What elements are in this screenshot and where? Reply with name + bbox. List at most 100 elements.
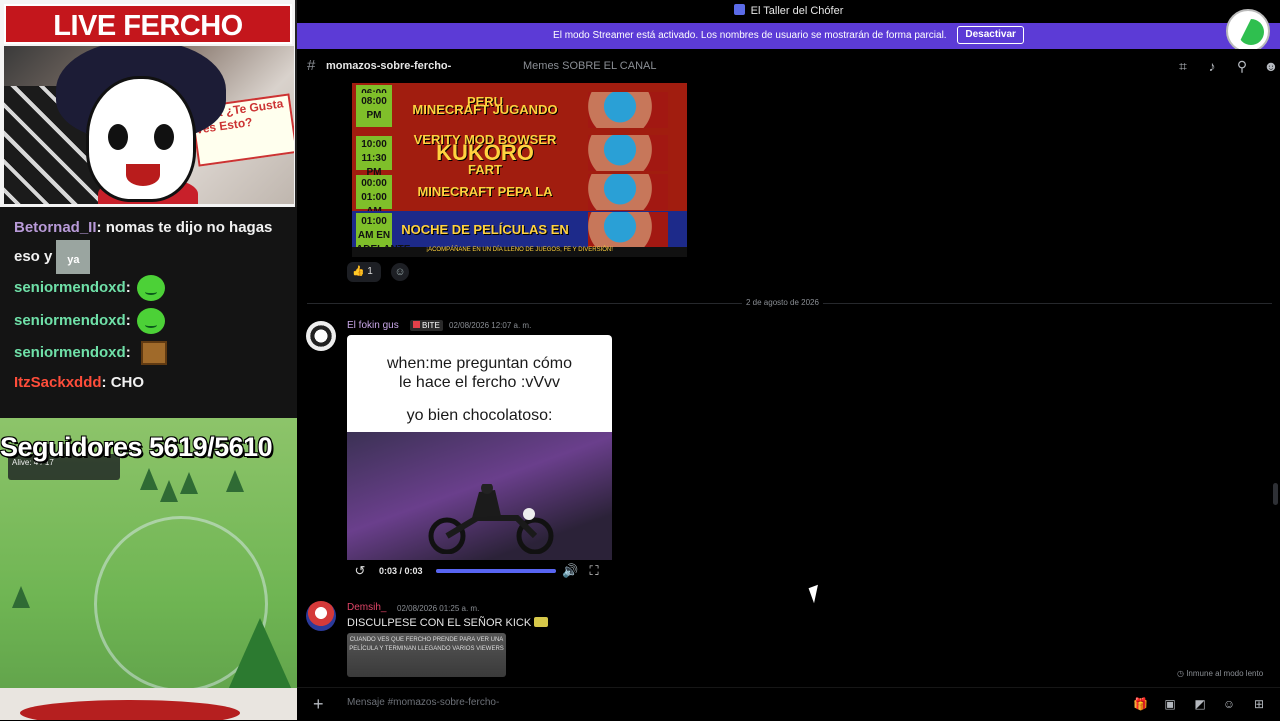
chat-message: ItzSackxddd: CHO xyxy=(14,374,145,391)
video-frame[interactable] xyxy=(347,432,612,560)
stream-chat: Betornad_II: nomas te dijo no hagas eso … xyxy=(0,207,297,418)
server-icon xyxy=(733,4,745,15)
webcam-panel: LIVE FERCHO REACTION KICK ¿Te Gusta Ves … xyxy=(0,0,297,207)
video-attachment[interactable]: when:me preguntan cómo le hace el fercho… xyxy=(347,335,612,583)
webcam-image: KICK ¿Te Gusta Ves Esto? xyxy=(4,46,294,204)
fullscreen-icon[interactable]: ⛶ xyxy=(586,563,602,579)
channel-name: momazos-sobre-fercho- xyxy=(326,60,452,72)
schedule-row: 08:00 PM MINECRAFT JUGANDO VERITY MOD BO… xyxy=(352,91,687,177)
cartoon-eye xyxy=(154,124,174,150)
chat-message: seniormendoxd: xyxy=(14,275,284,301)
chat-username: seniormendoxd xyxy=(14,344,126,361)
message-list[interactable]: 06:00 PM PERU 08:00 PM MINECRAFT JUGANDO… xyxy=(297,83,1280,687)
caption-line: yo bien chocolatoso: xyxy=(406,407,553,424)
replay-icon[interactable]: ↺ xyxy=(352,563,368,579)
stream-overlay: LIVE FERCHO REACTION KICK ¿Te Gusta Ves … xyxy=(0,0,297,720)
deactivate-button[interactable]: Desactivar xyxy=(957,26,1024,45)
schedule-footer: ¡ACOMPÁÑANE EN UN DÍA LLENO DE JUEGOS, F… xyxy=(352,247,687,257)
gif-icon[interactable]: ▣ xyxy=(1163,697,1177,711)
schedule-row: 10:00 11:30 PM KUKORO xyxy=(352,134,687,178)
threads-icon[interactable]: ⌗ xyxy=(1175,58,1191,74)
streamer-face xyxy=(588,174,668,210)
video-progress-bar[interactable] xyxy=(436,569,556,573)
motorcycle-rider-image xyxy=(428,484,554,554)
reaction-count: 1 xyxy=(367,266,373,277)
message-input[interactable]: Mensaje #momazos-sobre-fercho- xyxy=(347,697,499,708)
streamer-mode-banner: El modo Streamer está activado. Los nomb… xyxy=(297,23,1280,49)
video-time: 0:03 / 0:03 xyxy=(379,566,423,576)
box-emote-icon xyxy=(140,341,167,366)
add-attachment-icon[interactable]: + xyxy=(313,694,324,714)
channel-topic[interactable]: Memes SOBRE EL CANAL xyxy=(523,60,656,72)
tree-icon xyxy=(180,472,198,494)
hash-icon: # xyxy=(307,57,316,74)
members-icon[interactable]: ☻ xyxy=(1263,58,1279,74)
channel-header: # momazos-sobre-fercho- Memes SOBRE EL C… xyxy=(297,49,1280,84)
server-tag-label: BITE xyxy=(422,321,440,330)
message-author[interactable]: Demsih_ xyxy=(347,602,386,613)
tree-icon xyxy=(12,586,30,608)
thumbs-up-icon: 👍 xyxy=(352,266,365,277)
message-author[interactable]: El fokin gus xyxy=(347,320,399,331)
tree-icon xyxy=(140,468,158,490)
banner-text: El modo Streamer está activado. Los nomb… xyxy=(553,30,947,41)
streamer-face xyxy=(588,212,668,248)
window-title: El Taller del Chófer xyxy=(750,5,844,17)
chat-message: seniormendoxd: xyxy=(14,341,284,366)
tag-icon xyxy=(413,321,420,328)
video-progress-fill xyxy=(436,569,556,573)
message-text-content: DISCULPESE CON EL SEÑOR KICK xyxy=(347,617,532,629)
schedule-title: KUKORO xyxy=(436,140,534,165)
chat-text: CHO xyxy=(110,374,145,391)
volume-icon[interactable]: 🔊 xyxy=(562,563,578,579)
video-caption: when:me preguntan cómo le hace el fercho… xyxy=(347,335,612,432)
followers-counter: Seguidores 5619/5610 xyxy=(0,432,273,462)
add-reaction-icon[interactable]: ☺ xyxy=(391,263,409,281)
streamer-face xyxy=(588,92,668,128)
server-tag[interactable]: BITE xyxy=(410,320,443,331)
video-controls: ↺ 0:03 / 0:03 🔊 ⛶ xyxy=(347,560,612,583)
message-timestamp: 02/08/2026 01:25 a. m. xyxy=(397,604,480,613)
scrollbar-thumb[interactable] xyxy=(1273,483,1278,505)
schedule-row: 00:00 01:00 AM MINECRAFT PEPA LA CERDITA… xyxy=(352,173,687,253)
message-timestamp: 02/08/2026 12:07 a. m. xyxy=(449,321,532,330)
caption-line: when:me preguntan cómo xyxy=(387,355,572,372)
caption-line: le hace el fercho :vVvv xyxy=(399,374,560,391)
message-text: DISCULPESE CON EL SEÑOR KICK xyxy=(347,617,549,629)
mute-bell-icon[interactable]: ♪ xyxy=(1204,58,1220,74)
slowmode-notice: ◷ Inmune al modo lento xyxy=(1177,669,1264,678)
game-capture: Alive: 4 / 17 Seguidores 5619/5610 xyxy=(0,418,297,720)
meme-image-attachment[interactable]: CUANDO VES QUE FERCHO PRENDE PARA VER UN… xyxy=(347,633,506,677)
message-composer: + Mensaje #momazos-sobre-fercho- 🎁 ▣ ◩ ☺… xyxy=(297,687,1280,721)
chat-username: ItzSackxddd xyxy=(14,374,102,391)
schedule-row: 01:00 AM EN ADELANTE NOCHE DE PELÍCULAS … xyxy=(352,211,687,253)
chat-message: seniormendoxd: xyxy=(14,308,284,334)
window-titlebar: El Taller del Chófer xyxy=(297,0,1280,23)
schedule-time: 08:00 PM xyxy=(356,93,392,127)
avatar[interactable] xyxy=(306,601,336,631)
cartoon-mouth xyxy=(126,164,160,186)
schedule-time: 01:00 AM EN ADELANTE xyxy=(356,213,410,253)
cartoon-eye xyxy=(108,124,128,150)
chat-username: seniormendoxd xyxy=(14,278,126,296)
apps-icon[interactable]: ⊞ xyxy=(1252,697,1266,711)
ya-emote-icon: ya xyxy=(56,240,91,274)
schedule-title: MINECRAFT JUGANDO VERITY MOD BOWSER FART xyxy=(412,102,558,177)
pin-icon[interactable]: ⚲ xyxy=(1234,58,1250,74)
gift-icon[interactable]: 🎁 xyxy=(1133,697,1148,711)
schedule-image[interactable]: 06:00 PM PERU 08:00 PM MINECRAFT JUGANDO… xyxy=(352,83,687,253)
chat-message: Betornad_II: nomas te dijo no hagas eso … xyxy=(14,216,284,274)
sticker-icon[interactable]: ◩ xyxy=(1193,697,1207,711)
schedule-time: 00:00 01:00 AM xyxy=(356,175,392,217)
emoji-icon[interactable]: ☺ xyxy=(1222,697,1236,711)
schedule-time: 10:00 11:30 PM xyxy=(356,136,392,178)
date-divider-label: 2 de agosto de 2026 xyxy=(742,297,823,309)
schedule-title: NOCHE DE PELÍCULAS EN DISCORD xyxy=(401,222,569,253)
tree-icon xyxy=(160,480,178,502)
streamer-face xyxy=(588,135,668,171)
avatar[interactable] xyxy=(306,321,336,351)
thumbs-up-reaction[interactable]: 👍 1 xyxy=(347,262,381,282)
slowmode-text: Inmune al modo lento xyxy=(1186,669,1264,678)
tree-icon xyxy=(226,470,244,492)
chat-username: seniormendoxd xyxy=(14,311,126,329)
